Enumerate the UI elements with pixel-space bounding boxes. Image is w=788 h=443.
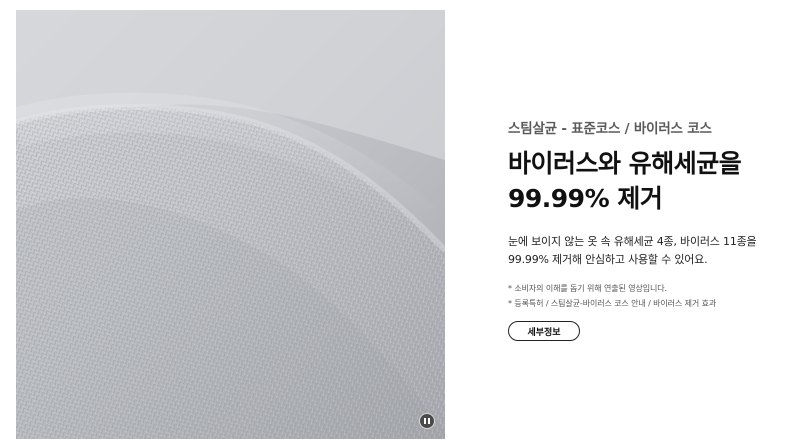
footnote: * 등록특허 / 스팀살균-바이러스 코스 안내 / 바이러스 제거 효과 [508, 299, 717, 308]
headline-line-2: 99.99% 제거 [508, 184, 663, 213]
feature-headline: 바이러스와 유해세균을 99.99% 제거 [508, 146, 778, 216]
knit-fabric-texture [16, 10, 445, 439]
feature-info: 스팀살균 - 표준코스 / 바이러스 코스 바이러스와 유해세균을 99.99%… [508, 117, 778, 341]
pause-button[interactable] [419, 413, 435, 429]
description-line-1: 눈에 보이지 않는 옷 속 유해세균 4종, 바이러스 11종을 [508, 235, 757, 248]
feature-subtitle: 스팀살균 - 표준코스 / 바이러스 코스 [508, 121, 712, 137]
details-button[interactable]: 세부정보 [508, 321, 580, 341]
pause-icon [424, 418, 426, 424]
headline-line-1: 바이러스와 유해세균을 [508, 149, 742, 178]
footnote: * 소비자의 이해를 돕기 위해 연출된 영상입니다. [508, 284, 667, 293]
footnotes: * 소비자의 이해를 돕기 위해 연출된 영상입니다. * 등록특허 / 스팀살… [508, 281, 778, 311]
fabric-video [16, 10, 445, 439]
feature-description: 눈에 보이지 않는 옷 속 유해세균 4종, 바이러스 11종을 99.99% … [508, 233, 778, 269]
description-line-2: 99.99% 제거해 안심하고 사용할 수 있어요. [508, 253, 708, 266]
